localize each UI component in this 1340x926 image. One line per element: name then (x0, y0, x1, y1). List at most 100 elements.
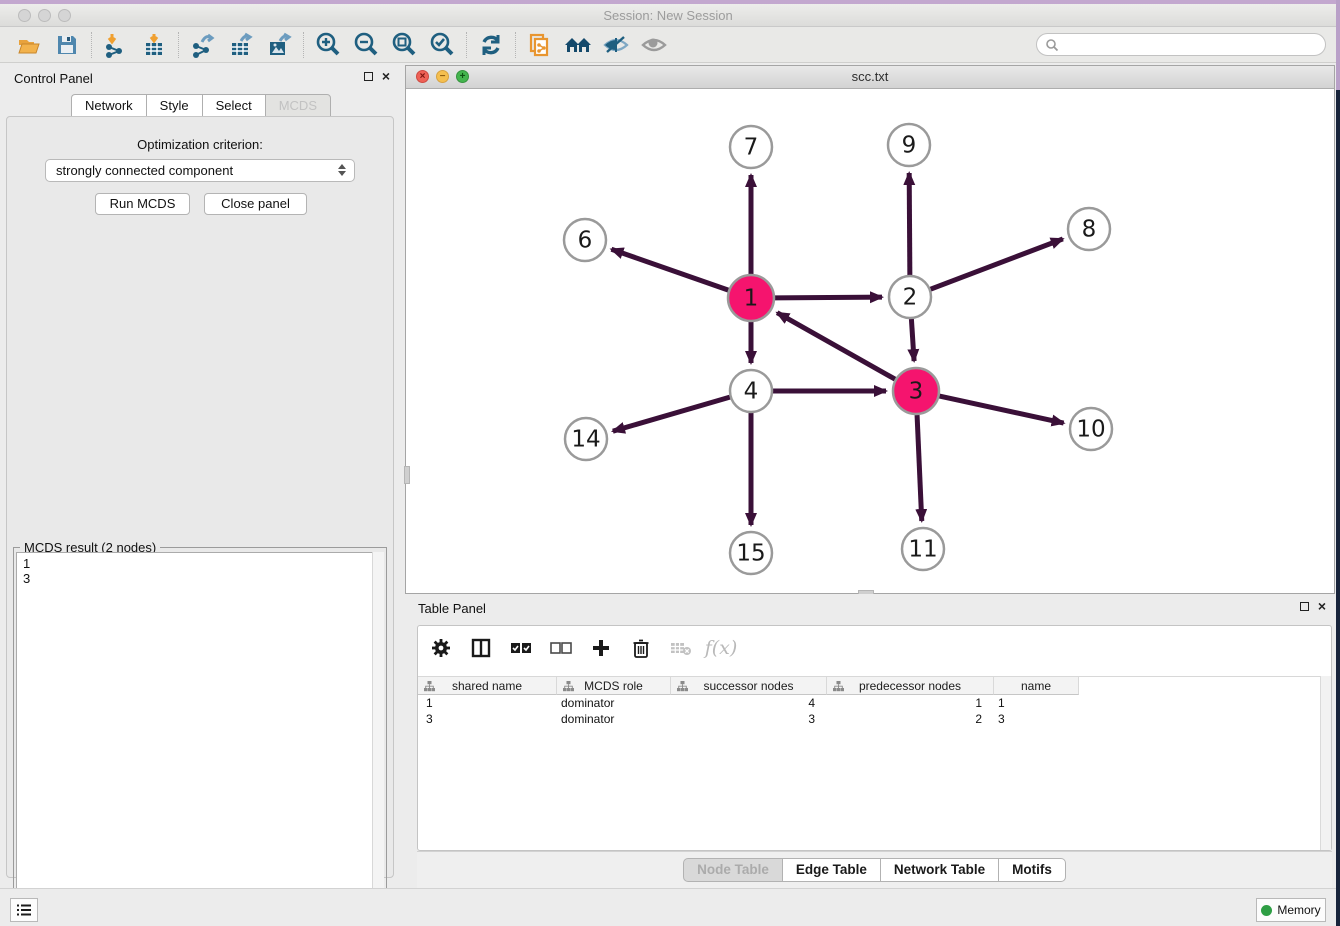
delete-table-icon[interactable] (668, 635, 694, 661)
column-header-MCDS-role[interactable]: MCDS role (557, 677, 671, 695)
export-network-icon[interactable] (184, 30, 222, 60)
column-header-shared-name[interactable]: shared name (418, 677, 557, 695)
graph-edge-3-10[interactable] (939, 396, 1063, 423)
table-scrollbar[interactable] (1320, 676, 1331, 850)
table-cell[interactable]: 1 (994, 695, 1079, 711)
tab-motifs[interactable]: Motifs (998, 858, 1066, 882)
settings-gear-icon[interactable] (428, 635, 454, 661)
table-cell[interactable]: 4 (671, 695, 827, 711)
table-cell[interactable]: 3 (418, 711, 557, 727)
task-history-button[interactable] (10, 898, 38, 922)
run-mcds-button[interactable]: Run MCDS (95, 193, 190, 215)
save-session-icon[interactable] (48, 30, 86, 60)
node-table: shared nameMCDS rolesuccessor nodesprede… (418, 676, 1331, 727)
tab-edge-table[interactable]: Edge Table (782, 858, 880, 882)
graph-edge-1-6[interactable] (611, 249, 728, 290)
select-all-icon[interactable] (508, 635, 534, 661)
graph-node-6[interactable]: 6 (564, 219, 606, 261)
graph-edge-2-8[interactable] (931, 239, 1063, 289)
graph-node-2[interactable]: 2 (889, 276, 931, 318)
open-session-icon[interactable] (10, 30, 48, 60)
graph-node-11[interactable]: 11 (902, 528, 944, 570)
desktop-background-strip (1336, 0, 1340, 926)
graph-edge-3-11[interactable] (917, 415, 922, 521)
function-builder-icon[interactable]: f(x) (708, 635, 734, 661)
zoom-selected-icon[interactable] (423, 30, 461, 60)
graph-node-15[interactable]: 15 (730, 532, 772, 574)
close-panel-icon[interactable]: × (382, 72, 390, 81)
table-cell[interactable]: dominator (557, 695, 671, 711)
table-cell[interactable]: 1 (418, 695, 557, 711)
optimization-criterion-select[interactable]: strongly connected component (45, 159, 355, 182)
tab-mcds[interactable]: MCDS (265, 94, 331, 118)
graph-edge-1-2[interactable] (775, 297, 882, 298)
table-panel: Table Panel × (405, 594, 1336, 888)
show-graphics-details-icon[interactable] (635, 30, 673, 60)
graph-node-1[interactable]: 1 (728, 275, 774, 321)
import-network-icon[interactable] (97, 30, 135, 60)
float-table-panel-icon[interactable] (1300, 602, 1309, 611)
result-scrollbar[interactable] (372, 552, 384, 922)
tab-style[interactable]: Style (146, 94, 202, 118)
table-row[interactable]: 3dominator323 (418, 711, 1331, 727)
close-panel-button[interactable]: Close panel (204, 193, 307, 215)
import-table-icon[interactable] (135, 30, 173, 60)
table-cell[interactable]: 3 (994, 711, 1079, 727)
hide-graphics-details-icon[interactable] (597, 30, 635, 60)
graph-node-14[interactable]: 14 (565, 418, 607, 460)
copy-network-icon[interactable] (521, 30, 559, 60)
graph-node-7[interactable]: 7 (730, 126, 772, 168)
network-view-window: × − + scc.txt 1 2 3 4 6 7 8 9 10 11 14 15 (405, 65, 1335, 594)
svg-text:14: 14 (571, 427, 600, 453)
zoom-out-icon[interactable] (347, 30, 385, 60)
search-input[interactable] (1059, 38, 1325, 52)
home-icon[interactable] (559, 30, 597, 60)
add-row-icon[interactable] (588, 635, 614, 661)
graph-node-3[interactable]: 3 (893, 368, 939, 414)
network-window-titlebar[interactable]: × − + scc.txt (406, 66, 1334, 89)
graph-edge-2-3[interactable] (911, 319, 914, 361)
node-table-header-row: shared nameMCDS rolesuccessor nodesprede… (418, 676, 1331, 695)
tab-network-table[interactable]: Network Table (880, 858, 998, 882)
network-vscroll-thumb[interactable] (404, 466, 410, 484)
graph-node-8[interactable]: 8 (1068, 208, 1110, 250)
memory-button[interactable]: Memory (1256, 898, 1326, 922)
graph-node-9[interactable]: 9 (888, 124, 930, 166)
zoom-fit-icon[interactable] (385, 30, 423, 60)
column-header-predecessor-nodes[interactable]: predecessor nodes (827, 677, 994, 695)
toggle-column-icon[interactable] (468, 635, 494, 661)
deselect-all-icon[interactable] (548, 635, 574, 661)
zoom-in-icon[interactable] (309, 30, 347, 60)
column-header-successor-nodes[interactable]: successor nodes (671, 677, 827, 695)
table-cell[interactable]: 3 (671, 711, 827, 727)
mcds-result-text[interactable]: 1 3 (16, 552, 384, 922)
graph-edge-2-9[interactable] (909, 173, 910, 275)
refresh-icon[interactable] (472, 30, 510, 60)
tab-node-table[interactable]: Node Table (683, 858, 782, 882)
network-canvas[interactable]: 1 2 3 4 6 7 8 9 10 11 14 15 (406, 89, 1334, 593)
svg-text:2: 2 (903, 285, 918, 311)
export-image-icon[interactable] (260, 30, 298, 60)
graph-edge-3-1[interactable] (777, 313, 895, 379)
graph-edge-4-14[interactable] (613, 397, 730, 431)
graph-node-4[interactable]: 4 (730, 370, 772, 412)
node-table-body: 1dominator4113dominator323 (418, 695, 1331, 727)
tab-select[interactable]: Select (202, 94, 265, 118)
column-header-name[interactable]: name (994, 677, 1079, 695)
close-table-panel-icon[interactable]: × (1318, 602, 1326, 611)
graph-node-10[interactable]: 10 (1070, 408, 1112, 450)
table-cell[interactable]: 2 (827, 711, 994, 727)
table-cell[interactable]: dominator (557, 711, 671, 727)
optimization-criterion-label: Optimization criterion: (7, 137, 393, 152)
control-panel-title: Control Panel (14, 71, 93, 86)
tab-network[interactable]: Network (71, 94, 146, 118)
svg-text:10: 10 (1076, 417, 1105, 443)
table-cell[interactable]: 1 (827, 695, 994, 711)
table-panel-title: Table Panel (418, 601, 486, 616)
table-row[interactable]: 1dominator411 (418, 695, 1331, 711)
memory-label: Memory (1277, 903, 1320, 917)
export-table-icon[interactable] (222, 30, 260, 60)
search-box[interactable] (1036, 33, 1326, 56)
delete-row-trash-icon[interactable] (628, 635, 654, 661)
float-panel-icon[interactable] (364, 72, 373, 81)
